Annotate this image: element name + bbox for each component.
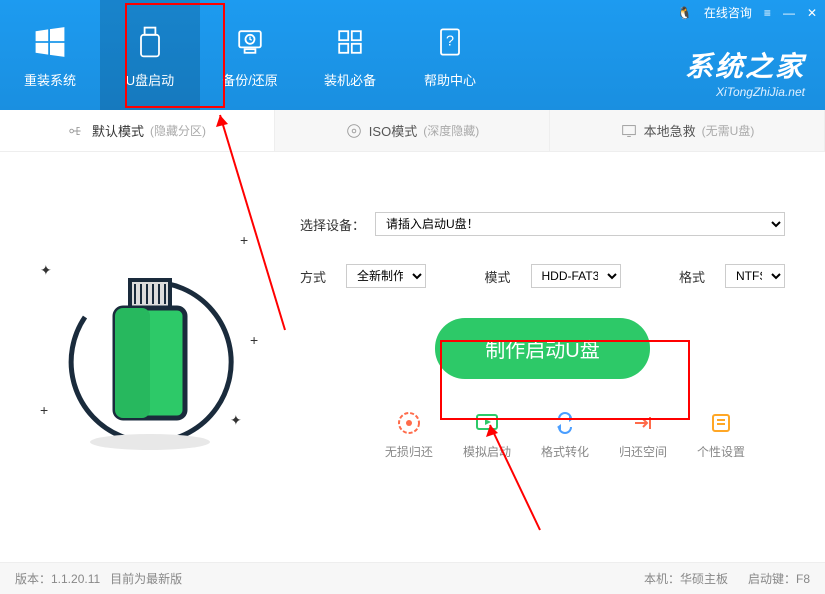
action-simulate[interactable]: 模拟启动 [463, 409, 511, 460]
tab-sub: (无需U盘) [702, 122, 755, 139]
apps-icon [330, 22, 370, 62]
tab-sub: (隐藏分区) [150, 122, 206, 139]
logo-cn: 系统之家 [685, 45, 805, 85]
mode-tabs: 默认模式 (隐藏分区) ISO模式 (深度隐藏) 本地急救 (无需U盘) [0, 110, 825, 152]
nav-label: 重装系统 [24, 70, 76, 89]
logo: 系统之家 XiTongZhiJia.net [685, 45, 805, 99]
format-select[interactable]: NTFS [725, 264, 785, 288]
method-select[interactable]: 全新制作 [346, 264, 426, 288]
pc-icon [620, 122, 638, 140]
svg-text:?: ? [446, 33, 454, 49]
logo-en: XiTongZhiJia.net [685, 85, 805, 99]
nav-label: 帮助中心 [424, 70, 476, 89]
method-label: 方式 [300, 267, 326, 286]
titlebar: 🐧 在线咨询 ≡ — ✕ [677, 4, 817, 21]
format-label: 格式 [679, 267, 705, 286]
tab-label: 默认模式 [92, 121, 144, 140]
help-icon: ? [430, 22, 470, 62]
close-button[interactable]: ✕ [807, 6, 817, 20]
form-area: 选择设备： 请插入启动U盘！ 方式 全新制作 模式 HDD-FAT32 格式 N… [300, 172, 825, 532]
mode-select[interactable]: HDD-FAT32 [531, 264, 621, 288]
action-restore[interactable]: 无损归还 [385, 409, 433, 460]
version-text: 版本：1.1.20.11 [15, 572, 100, 586]
iso-icon [345, 122, 363, 140]
device-label: 选择设备： [300, 215, 365, 234]
nav-label: 装机必备 [324, 70, 376, 89]
tab-label: ISO模式 [369, 121, 417, 140]
action-return-space[interactable]: 归还空间 [619, 409, 667, 460]
action-label: 模拟启动 [463, 443, 511, 460]
action-label: 格式转化 [541, 443, 589, 460]
content: ✦ + + + ✦ 选择设备： 请插入启动U盘！ 方式 全新制作 模式 HDD-… [0, 152, 825, 552]
consult-link[interactable]: 在线咨询 [704, 4, 752, 21]
nav-tools[interactable]: 装机必备 [300, 0, 400, 110]
create-usb-button[interactable]: 制作启动U盘 [435, 318, 649, 379]
menu-icon[interactable]: ≡ [764, 6, 771, 20]
nav-backup[interactable]: 备份/还原 [200, 0, 300, 110]
nav-usb-boot[interactable]: U盘启动 [100, 0, 200, 110]
header: 重装系统 U盘启动 备份/还原 装机必备 ? 帮助中心 系统之家 XiTongZ… [0, 0, 825, 110]
nav-reinstall[interactable]: 重装系统 [0, 0, 100, 110]
tab-label: 本地急救 [644, 121, 696, 140]
action-label: 个性设置 [697, 443, 745, 460]
nav-help[interactable]: ? 帮助中心 [400, 0, 500, 110]
tab-default[interactable]: 默认模式 (隐藏分区) [0, 110, 275, 151]
nav-label: 备份/还原 [222, 70, 278, 89]
status-text: 目前为最新版 [110, 572, 182, 586]
nav-label: U盘启动 [126, 70, 174, 89]
tab-iso[interactable]: ISO模式 (深度隐藏) [275, 110, 550, 151]
consult-icon[interactable]: 🐧 [677, 6, 692, 20]
windows-icon [30, 22, 70, 62]
usb-small-icon [68, 122, 86, 140]
bootkey-text: 启动键：F8 [748, 570, 810, 587]
backup-icon [230, 22, 270, 62]
action-settings[interactable]: 个性设置 [697, 409, 745, 460]
usb-icon [130, 22, 170, 62]
machine-text: 本机：华硕主板 [644, 570, 728, 587]
usb-illustration: ✦ + + + ✦ [0, 172, 300, 532]
action-label: 归还空间 [619, 443, 667, 460]
device-select[interactable]: 请插入启动U盘！ [375, 212, 785, 236]
action-label: 无损归还 [385, 443, 433, 460]
bottom-actions: 无损归还 模拟启动 格式转化 归还空间 个性设置 [300, 389, 785, 460]
action-convert[interactable]: 格式转化 [541, 409, 589, 460]
minimize-button[interactable]: — [783, 6, 795, 20]
tab-local[interactable]: 本地急救 (无需U盘) [550, 110, 825, 151]
tab-sub: (深度隐藏) [423, 122, 479, 139]
mode-label: 模式 [485, 267, 511, 286]
footer: 版本：1.1.20.11 目前为最新版 本机：华硕主板 启动键：F8 [0, 562, 825, 594]
